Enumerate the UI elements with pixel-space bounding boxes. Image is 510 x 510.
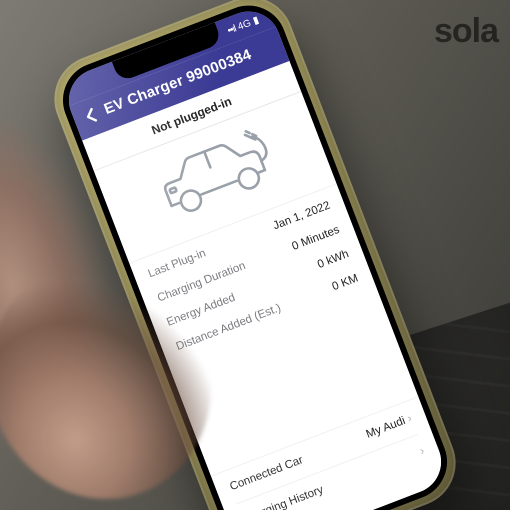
chevron-right-icon: › — [418, 445, 426, 458]
chevron-left-icon — [81, 105, 100, 125]
network-label: 4G — [236, 17, 252, 32]
back-button[interactable] — [81, 105, 100, 125]
nav-value: My Audi — [365, 414, 408, 440]
background-brand-text: sola — [434, 12, 498, 51]
signal-icon: ••ıl — [226, 23, 237, 36]
phone-case: ••ıl 4G ▮ EV Charger 99000384 Not — [42, 0, 469, 510]
phone-bezel: ••ıl 4G ▮ EV Charger 99000384 Not — [52, 0, 458, 510]
battery-icon: ▮ — [251, 14, 260, 26]
stat-value: 0 kWh — [316, 248, 351, 271]
phone-screen: ••ıl 4G ▮ EV Charger 99000384 Not — [60, 2, 451, 510]
chevron-right-icon: › — [406, 412, 414, 425]
stat-value: 0 KM — [331, 272, 360, 293]
